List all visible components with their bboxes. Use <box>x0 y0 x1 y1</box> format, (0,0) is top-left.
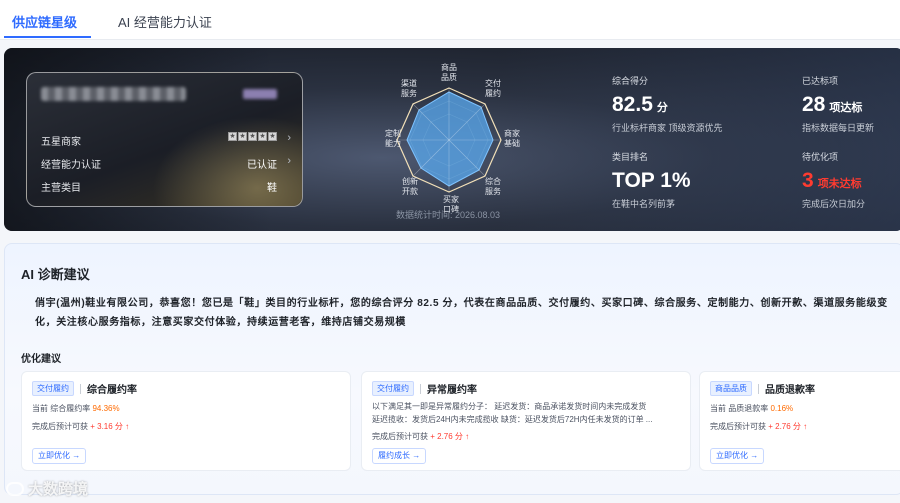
five-star-merchant-row[interactable]: 五星商家 ★ ★ ★ ★ ★ › <box>41 131 291 149</box>
suggestion-card-abnormal-fulfillment: 交付履约 异常履约率 以下满足其一即是异常履约分子： 延迟发货：商品承诺发货时间… <box>361 371 691 471</box>
suggestion-name: 品质退款率 <box>765 385 815 396</box>
stat-pending-value-wrap: 3 项未达标 <box>802 169 865 193</box>
watermark: 大数跨境 <box>6 478 88 499</box>
certification-value: 已认证 <box>247 160 277 171</box>
main-category-row: 主营类目 鞋 <box>41 177 291 195</box>
radar-label-quality: 商品品质 <box>441 62 457 82</box>
optimize-now-button[interactable]: 立即优化 → <box>32 448 87 464</box>
current-value: 0.16% <box>770 404 794 413</box>
divider <box>420 383 421 394</box>
main-category-label: 主营类目 <box>41 183 81 194</box>
radar-svg: 商品品质 交付履约 商家基础 综合服务 买家口碑 创新开款 定制能力 渠道服务 <box>385 62 520 214</box>
stat-score-unit: 分 <box>656 102 668 114</box>
suggestion-header: 交付履约 异常履约率 <box>372 381 477 396</box>
watermark-text: 大数跨境 <box>28 481 89 498</box>
radar-label-fulfillment: 交付履约 <box>485 78 501 98</box>
stat-reached-sub: 指标数据每日更新 <box>802 123 875 133</box>
stat-reached: 已达标项 28 项达标 指标数据每日更新 <box>802 74 874 134</box>
five-star-label: 五星商家 <box>41 137 81 148</box>
radar-label-merchant-basics: 商家基础 <box>504 128 520 148</box>
merchant-card: 五星商家 ★ ★ ★ ★ ★ › 经营能力认证 已认证 › 主营类目 鞋 <box>26 72 303 207</box>
suggestion-card-fulfillment-rate: 交付履约 综合履约率 当前 综合履约率 94.36% 完成后预计可获 + 3.1… <box>21 371 351 471</box>
stat-pending-value: 3 <box>802 169 814 192</box>
gain-label: 完成后预计可获 <box>372 432 431 441</box>
suggestion-current: 当前 品质退款率 0.16% <box>710 403 793 414</box>
suggestion-tag: 交付履约 <box>32 381 74 396</box>
suggestion-name: 综合履约率 <box>87 385 137 396</box>
radar-label-customization: 定制能力 <box>385 128 401 148</box>
stat-pending-sub: 完成后次日加分 <box>802 199 866 209</box>
stat-reached-unit: 项达标 <box>829 102 863 114</box>
suggestion-header: 商品品质 品质退款率 <box>710 381 815 396</box>
gain-value: + 3.16 分 ↑ <box>90 422 130 431</box>
stat-score-sub: 行业标杆商家 顶级资源优先 <box>612 123 723 133</box>
stat-reached-label: 已达标项 <box>802 76 839 86</box>
stat-pending-unit: 项未达标 <box>817 178 862 190</box>
hero-banner: 五星商家 ★ ★ ★ ★ ★ › 经营能力认证 已认证 › 主营类目 鞋 商品品… <box>4 48 900 231</box>
stat-rank-label: 类目排名 <box>612 152 649 162</box>
blurred-badge <box>243 89 277 99</box>
tab-bar: 供应链星级 AI 经营能力认证 <box>0 0 900 40</box>
suggestion-gain: 完成后预计可获 + 2.76 分 ↑ <box>710 421 807 432</box>
radar-label-channel: 渠道服务 <box>401 78 417 98</box>
fulfillment-growth-button[interactable]: 履约成长 → <box>372 448 427 464</box>
divider <box>80 383 81 394</box>
radar-chart: 商品品质 交付履约 商家基础 综合服务 买家口碑 创新开款 定制能力 渠道服务 <box>369 60 529 220</box>
ai-diagnosis-panel: AI 诊断建议 俏宇(温州)鞋业有限公司，恭喜您！您已是「鞋」类目的行业标杆，您… <box>4 243 900 495</box>
star-icon: ★ <box>238 132 247 141</box>
radar-label-innovation: 创新开款 <box>402 176 418 196</box>
current-value: 94.36% <box>92 404 120 413</box>
divider <box>758 383 759 394</box>
current-label: 当前 综合履约率 <box>32 404 93 413</box>
star-icon: ★ <box>248 132 257 141</box>
star-icon: ★ <box>258 132 267 141</box>
ai-diagnosis-text: 俏宇(温州)鞋业有限公司，恭喜您！您已是「鞋」类目的行业标杆，您的综合评分 82… <box>35 298 888 328</box>
chevron-right-icon: › <box>287 155 291 167</box>
suggestion-desc-2: 延迟揽收：发货后24H内未完成揽收 缺货：延迟发货后72H内任未发货的订单 ..… <box>372 415 653 424</box>
gain-label: 完成后预计可获 <box>32 422 91 431</box>
main-category-value: 鞋 <box>267 183 277 194</box>
suggestion-gain: 完成后预计可获 + 3.16 分 ↑ <box>32 421 129 432</box>
gain-label: 完成后预计可获 <box>710 422 769 431</box>
tab-ai-certification[interactable]: AI 经营能力认证 <box>118 12 212 31</box>
suggestion-tag: 商品品质 <box>710 381 752 396</box>
stat-score: 综合得分 82.5 分 行业标杆商家 顶级资源优先 <box>612 74 723 134</box>
stat-reached-value: 28 <box>802 93 826 116</box>
radar-stat-time: 数据统计时间: 2026.08.03 <box>396 210 501 220</box>
star-icon: ★ <box>228 132 237 141</box>
star-icon: ★ <box>268 132 277 141</box>
radar-label-service: 综合服务 <box>485 176 501 196</box>
stat-reached-value-wrap: 28 项达标 <box>802 93 874 117</box>
suggestion-card-quality-refund: 商品品质 品质退款率 当前 品质退款率 0.16% 完成后预计可获 + 2.76… <box>699 371 900 471</box>
suggestion-gain: 完成后预计可获 + 2.76 分 ↑ <box>372 431 469 442</box>
active-tab-underline <box>4 36 91 38</box>
watermark-logo-icon <box>6 482 24 496</box>
tab-supply-chain-star[interactable]: 供应链星级 <box>12 12 77 31</box>
blurred-company-name <box>41 87 186 101</box>
stat-score-value: 82.5 <box>612 93 653 116</box>
stat-score-label: 综合得分 <box>612 76 649 86</box>
star-rating: ★ ★ ★ ★ ★ <box>228 132 277 141</box>
optimize-section-title: 优化建议 <box>21 354 61 365</box>
suggestion-desc-1: 以下满足其一即是异常履约分子： 延迟发货：商品承诺发货时间内未完成发货 <box>372 402 647 411</box>
gain-value: + 2.76 分 ↑ <box>768 422 808 431</box>
stat-pending-label: 待优化项 <box>802 152 839 162</box>
certification-row[interactable]: 经营能力认证 已认证 › <box>41 154 291 172</box>
optimize-now-button[interactable]: 立即优化 → <box>710 448 765 464</box>
certification-label: 经营能力认证 <box>41 160 101 171</box>
stat-pending: 待优化项 3 项未达标 完成后次日加分 <box>802 150 865 210</box>
suggestion-header: 交付履约 综合履约率 <box>32 381 137 396</box>
chevron-right-icon: › <box>287 132 291 144</box>
stat-rank-value: TOP 1% <box>612 169 691 192</box>
gain-value: + 2.76 分 ↑ <box>430 432 470 441</box>
stat-rank: 类目排名 TOP 1% 在鞋中名列前茅 <box>612 150 691 210</box>
suggestion-current: 当前 综合履约率 94.36% <box>32 403 120 414</box>
current-label: 当前 品质退款率 <box>710 404 771 413</box>
suggestion-tag: 交付履约 <box>372 381 414 396</box>
stat-rank-sub: 在鞋中名列前茅 <box>612 199 676 209</box>
ai-diagnosis-title: AI 诊断建议 <box>21 267 90 282</box>
suggestion-name: 异常履约率 <box>427 385 477 396</box>
stat-score-value-wrap: 82.5 分 <box>612 93 723 117</box>
